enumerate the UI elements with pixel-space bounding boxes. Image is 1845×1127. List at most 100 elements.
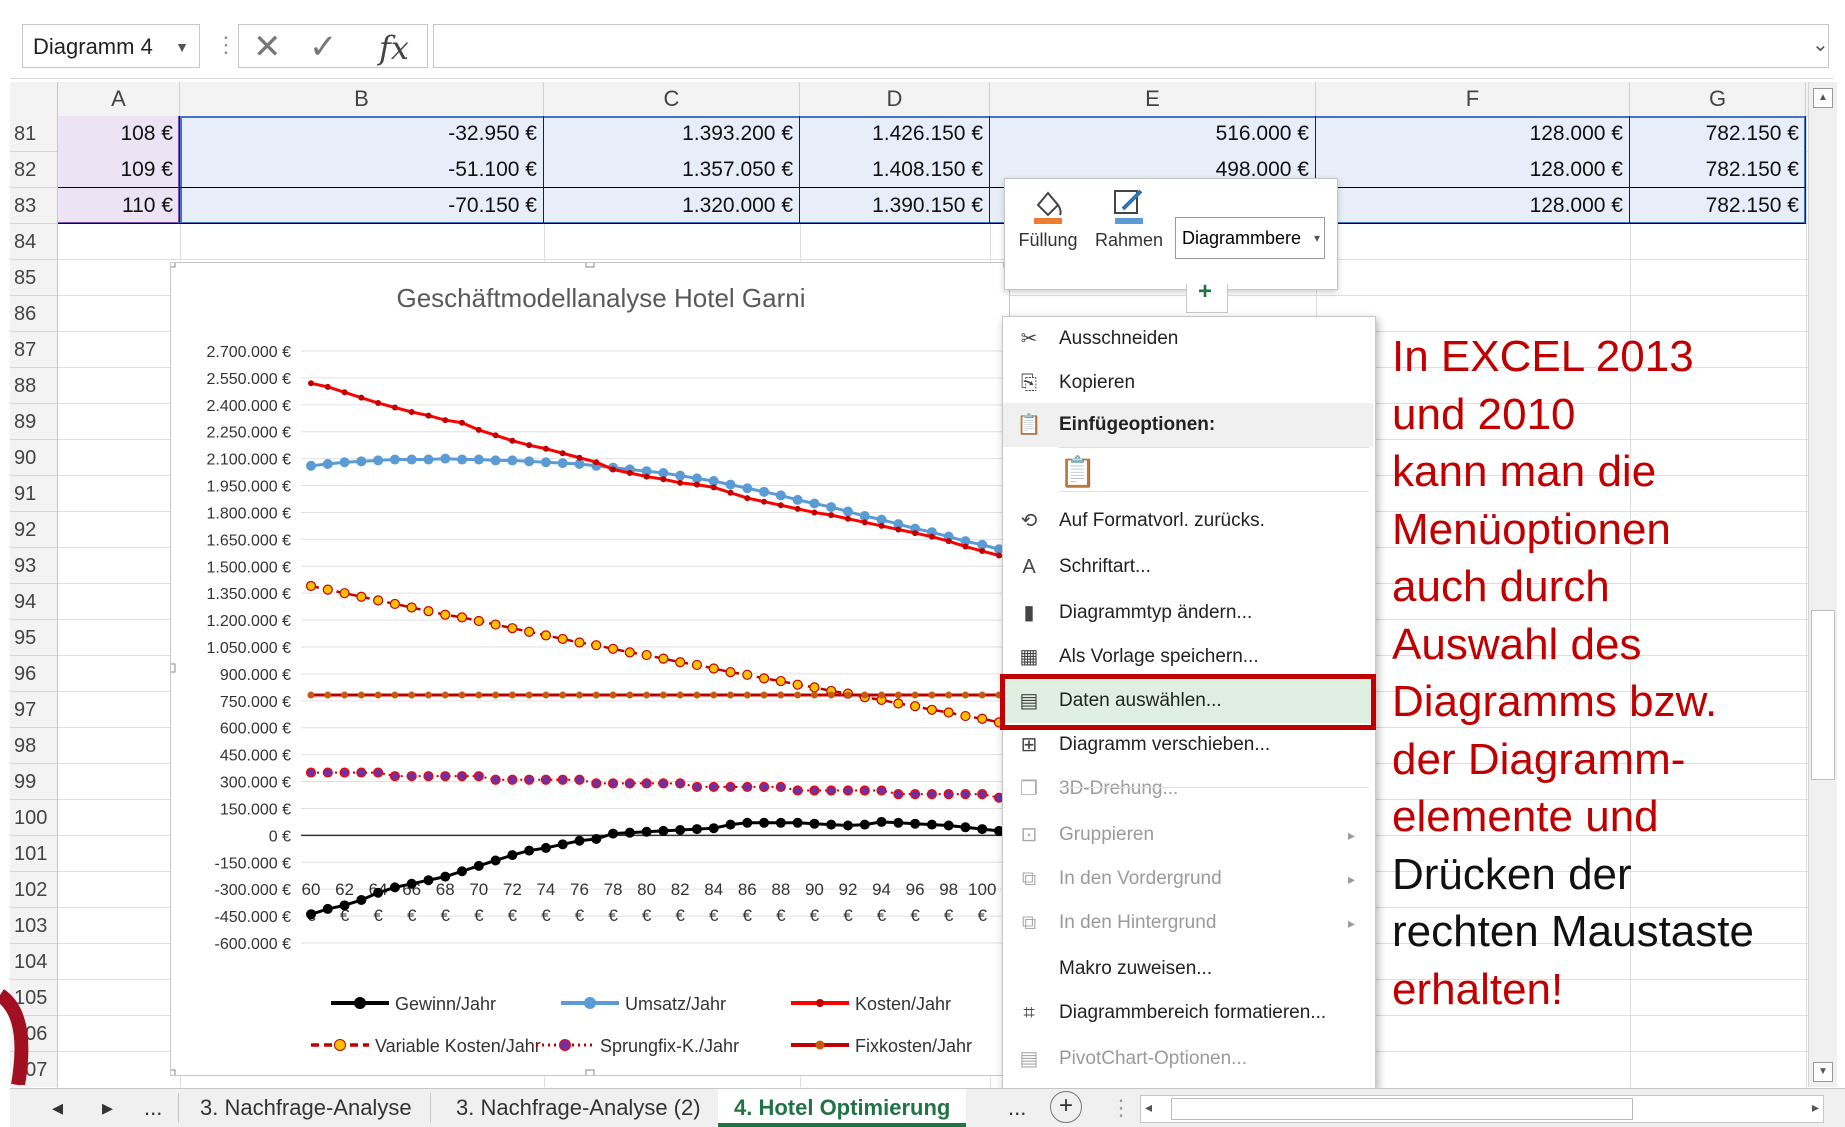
expand-formula-icon[interactable]: ⌄: [1812, 32, 1829, 57]
data-point: [490, 855, 501, 866]
row-header-88[interactable]: 88: [10, 368, 58, 404]
resize-handle[interactable]: [166, 1069, 176, 1079]
column-header-b[interactable]: B: [180, 82, 544, 116]
chart-element-select[interactable]: Diagrammbere ▾: [1175, 217, 1325, 259]
menu-item-label: Gruppieren: [1059, 824, 1155, 845]
cell-d82[interactable]: 1.408.150 €: [800, 152, 990, 188]
hscroll-left-icon[interactable]: ◂: [1145, 1099, 1152, 1116]
data-point: [758, 781, 770, 793]
scrollbar-thumb[interactable]: [1811, 610, 1835, 780]
row-header-85[interactable]: 85: [10, 260, 58, 296]
resize-handle[interactable]: [585, 1069, 595, 1079]
row-header-83[interactable]: 83: [10, 188, 58, 224]
hscroll-right-icon[interactable]: ▸: [1812, 1099, 1819, 1116]
column-header-e[interactable]: E: [990, 82, 1316, 116]
hscroll-thumb[interactable]: [1171, 1098, 1633, 1120]
cell-f82[interactable]: 128.000 €: [1316, 152, 1630, 188]
cell-a83[interactable]: 110 €: [58, 188, 180, 224]
x-tick-label: 86: [738, 880, 757, 899]
row-header-89[interactable]: 89: [10, 404, 58, 440]
menu-item-reset-style[interactable]: ⟲ Auf Formatvorl. zurücks.: [1003, 499, 1373, 543]
outline-button[interactable]: Rahmen: [1089, 185, 1169, 251]
cell-b83[interactable]: -70.150 €: [180, 188, 544, 224]
row-header-81[interactable]: 81: [10, 116, 58, 152]
row-header-90[interactable]: 90: [10, 440, 58, 476]
row-header-93[interactable]: 93: [10, 548, 58, 584]
fx-icon[interactable]: fx: [379, 29, 409, 67]
resize-handle[interactable]: [585, 258, 595, 268]
formula-input[interactable]: [433, 24, 1829, 68]
row-header-92[interactable]: 92: [10, 512, 58, 548]
data-point: [440, 453, 451, 464]
row-header-101[interactable]: 101: [10, 836, 58, 872]
cell-e81[interactable]: 516.000 €: [990, 116, 1316, 152]
cell-a82[interactable]: 109 €: [58, 152, 180, 188]
menu-item-font[interactable]: A Schriftart...: [1003, 545, 1373, 589]
chart-elements-button[interactable]: +: [1186, 278, 1228, 313]
menu-item-chart-type[interactable]: ▮ Diagrammtyp ändern...: [1003, 591, 1373, 635]
resize-handle[interactable]: [166, 258, 176, 268]
horizontal-scrollbar[interactable]: ◂ ▸: [1140, 1095, 1824, 1123]
row-header-98[interactable]: 98: [10, 728, 58, 764]
cell-c83[interactable]: 1.320.000 €: [544, 188, 800, 224]
menu-item-format-area[interactable]: ⌗ Diagrammbereich formatieren...: [1003, 991, 1373, 1035]
cell-c82[interactable]: 1.357.050 €: [544, 152, 800, 188]
cell-g82[interactable]: 782.150 €: [1630, 152, 1806, 188]
check-icon[interactable]: ✓: [309, 27, 338, 67]
scroll-up-icon[interactable]: ▲: [1813, 88, 1833, 108]
cell-d83[interactable]: 1.390.150 €: [800, 188, 990, 224]
data-point: [341, 691, 349, 699]
cell-a81[interactable]: 108 €: [58, 116, 180, 152]
row-header-99[interactable]: 99: [10, 764, 58, 800]
vertical-scrollbar[interactable]: ▲ ▼: [1808, 82, 1837, 1087]
row-header-102[interactable]: 102: [10, 872, 58, 908]
cell-f81[interactable]: 128.000 €: [1316, 116, 1630, 152]
row-header-100[interactable]: 100: [10, 800, 58, 836]
column-header-c[interactable]: C: [544, 82, 800, 116]
column-header-f[interactable]: F: [1316, 82, 1630, 116]
resize-handle[interactable]: [166, 663, 176, 673]
tab-hotel-optimierung[interactable]: 4. Hotel Optimierung: [718, 1089, 966, 1127]
select-all-corner[interactable]: [10, 82, 58, 116]
chart-area[interactable]: Geschäftmodellanalyse Hotel Garni 2.700.0…: [166, 258, 1013, 1079]
cell-g81[interactable]: 782.150 €: [1630, 116, 1806, 152]
fill-button[interactable]: Füllung: [1013, 185, 1083, 251]
row-header-103[interactable]: 103: [10, 908, 58, 944]
row-header-96[interactable]: 96: [10, 656, 58, 692]
name-box[interactable]: Diagramm 4 ▼: [22, 24, 200, 68]
cell-b82[interactable]: -51.100 €: [180, 152, 544, 188]
scroll-down-icon[interactable]: ▼: [1813, 1062, 1833, 1082]
data-point: [809, 682, 820, 693]
cell-c81[interactable]: 1.393.200 €: [544, 116, 800, 152]
cell-g83[interactable]: 782.150 €: [1630, 188, 1806, 224]
column-header-g[interactable]: G: [1630, 82, 1806, 116]
row-header-82[interactable]: 82: [10, 152, 58, 188]
tab-nachfrage-analyse-2[interactable]: 3. Nachfrage-Analyse (2): [456, 1089, 701, 1127]
cell-d81[interactable]: 1.426.150 €: [800, 116, 990, 152]
cancel-icon[interactable]: ✕: [253, 27, 282, 67]
menu-item-makro[interactable]: Makro zuweisen...: [1003, 947, 1373, 991]
menu-item-save-template[interactable]: ▦ Als Vorlage speichern...: [1003, 635, 1373, 679]
menu-item-scissors[interactable]: ✂ Ausschneiden: [1003, 317, 1373, 361]
row-header-97[interactable]: 97: [10, 692, 58, 728]
tab-scroll-left-icon[interactable]: ◂: [52, 1089, 63, 1127]
row-header-95[interactable]: 95: [10, 620, 58, 656]
row-header-84[interactable]: 84: [10, 224, 58, 260]
cell-b81[interactable]: -32.950 €: [180, 116, 544, 152]
chevron-down-icon[interactable]: ▼: [175, 25, 189, 69]
row-header-86[interactable]: 86: [10, 296, 58, 332]
tab-scroll-right-icon[interactable]: ▸: [102, 1089, 113, 1127]
add-sheet-icon[interactable]: +: [1050, 1091, 1082, 1123]
tab-nachfrage-analyse[interactable]: 3. Nachfrage-Analyse: [200, 1089, 412, 1127]
column-header-d[interactable]: D: [800, 82, 990, 116]
row-header-94[interactable]: 94: [10, 584, 58, 620]
tab-ellipsis[interactable]: ...: [144, 1089, 162, 1127]
column-header-a[interactable]: A: [58, 82, 180, 116]
x-tick-unit: €: [575, 906, 585, 925]
row-header-91[interactable]: 91: [10, 476, 58, 512]
cell-f83[interactable]: 128.000 €: [1316, 188, 1630, 224]
tab-more[interactable]: ...: [1008, 1089, 1026, 1127]
row-header-87[interactable]: 87: [10, 332, 58, 368]
menu-item-copy[interactable]: ⎘ Kopieren: [1003, 361, 1373, 405]
data-point: [977, 824, 988, 835]
